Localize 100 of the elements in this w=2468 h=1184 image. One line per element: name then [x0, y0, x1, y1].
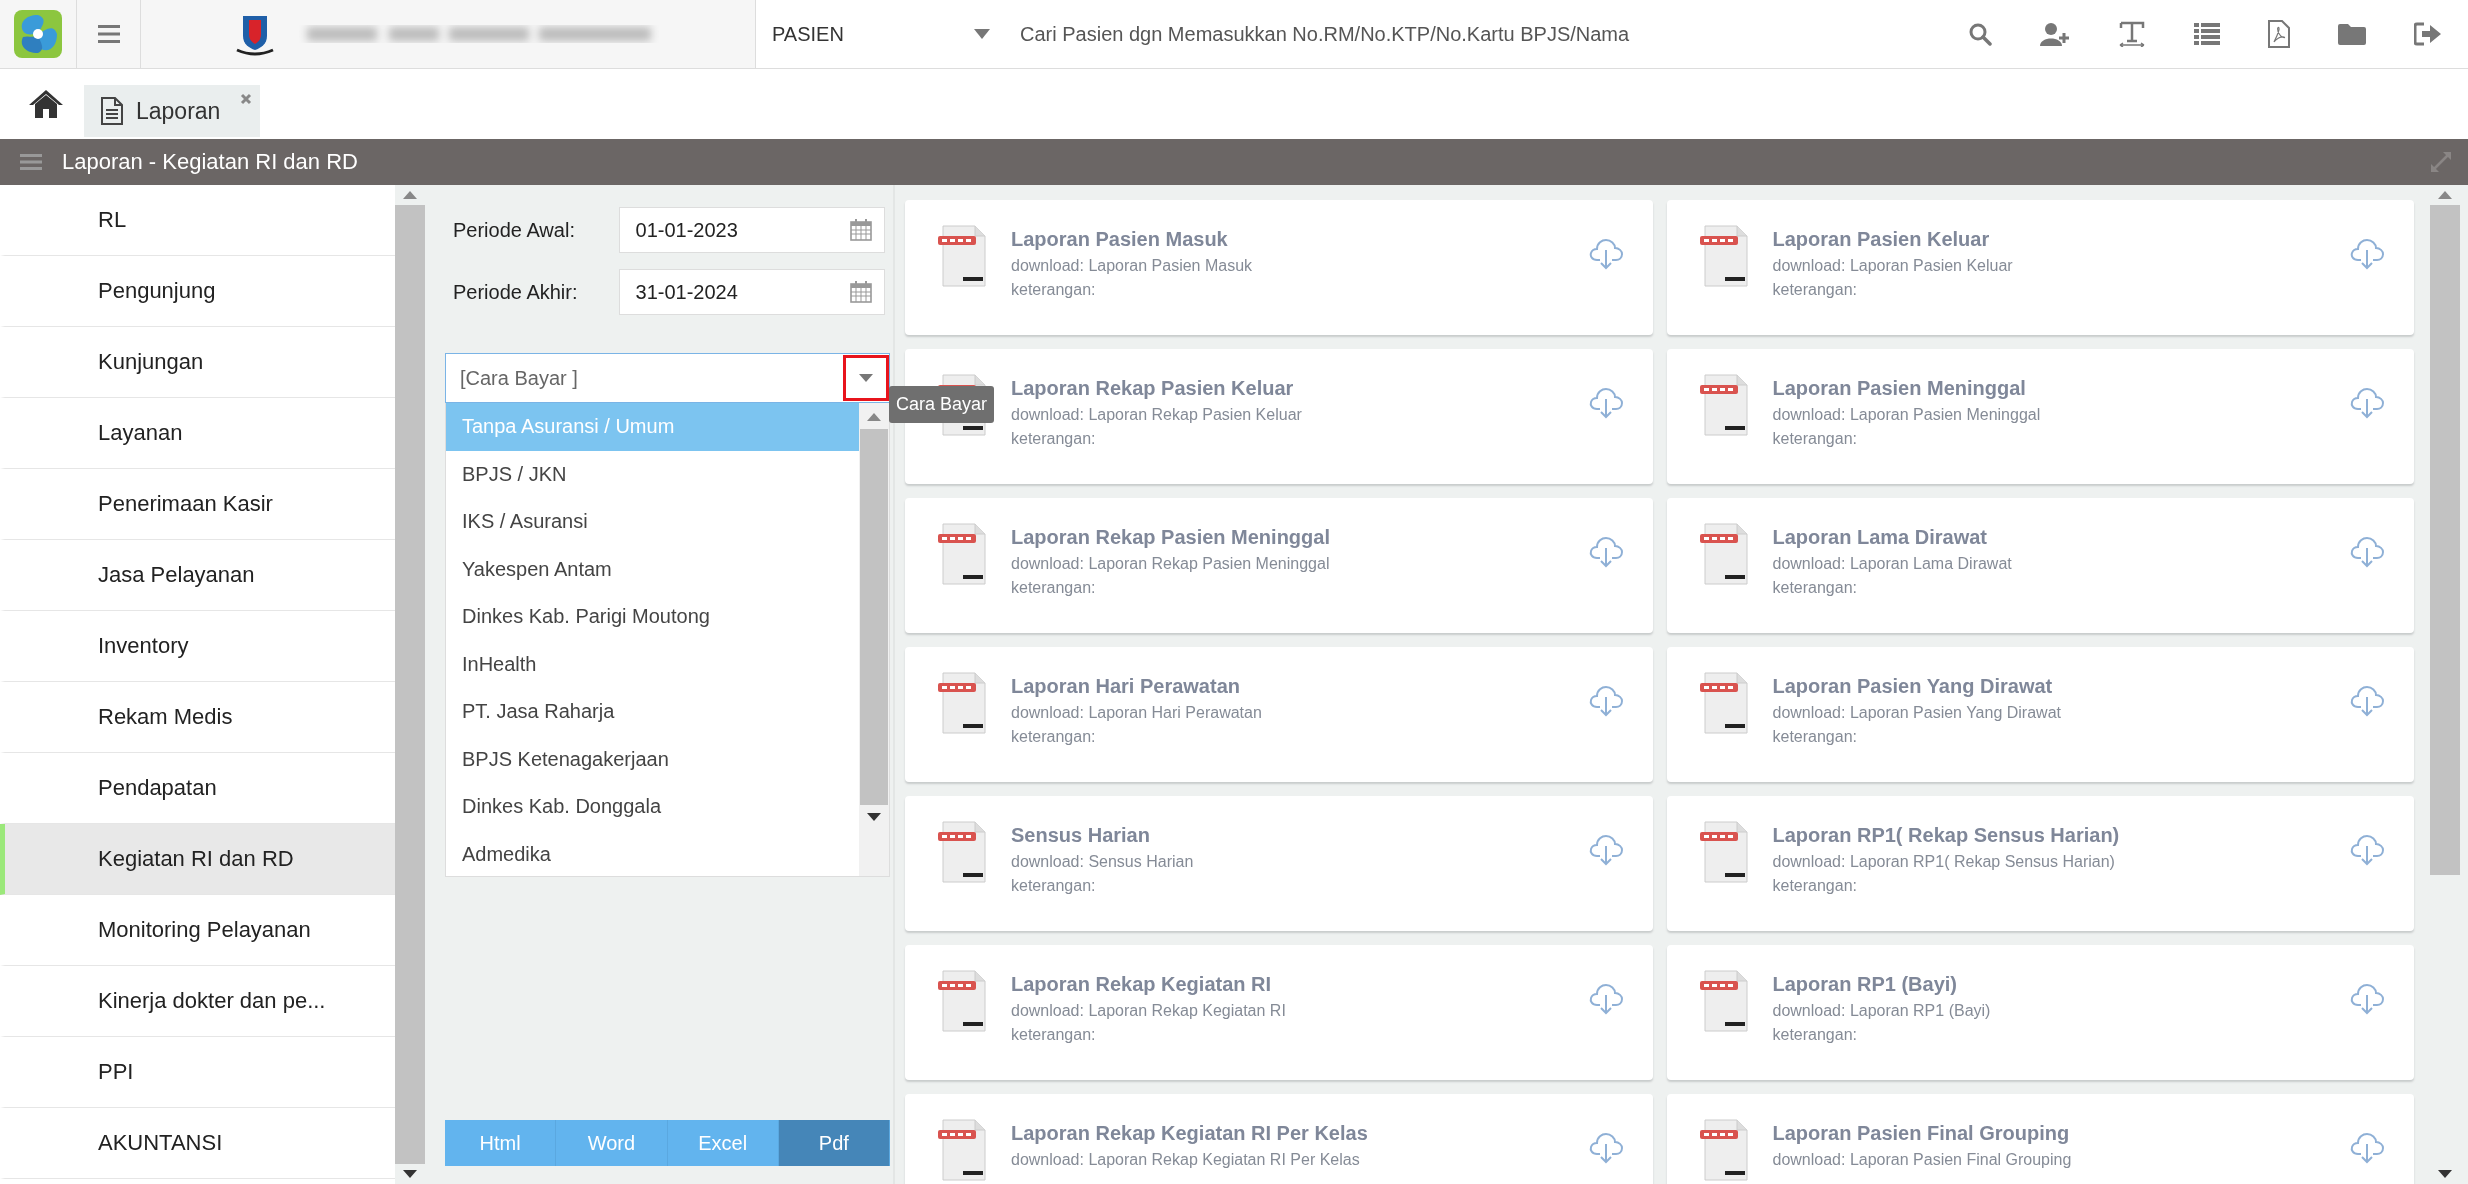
add-user-icon[interactable] — [2040, 22, 2070, 46]
dropdown-option[interactable]: Admedika — [446, 830, 859, 876]
report-note: keterangan: — [1772, 579, 1858, 597]
scrollbar[interactable] — [859, 403, 889, 876]
cloud-download-icon[interactable] — [2350, 387, 2384, 419]
report-title: Laporan Rekap Kegiatan RI Per Kelas — [1011, 1122, 1369, 1145]
menu-button[interactable] — [77, 0, 141, 68]
expand-icon[interactable] — [2430, 151, 2452, 173]
cloud-download-icon[interactable] — [2350, 685, 2384, 717]
search-icon[interactable] — [1968, 22, 1992, 46]
report-file-icon — [937, 969, 987, 1033]
report-title: Laporan Pasien Keluar — [1772, 228, 1991, 251]
pdf-file-icon[interactable] — [2268, 20, 2290, 48]
report-download-text: download: Laporan Hari Perawatan — [1011, 704, 1263, 722]
dropdown-option[interactable]: Dinkes Kab. Donggala — [446, 783, 859, 831]
date-field[interactable]: 31-01-2024 — [618, 269, 885, 315]
report-file-icon — [937, 522, 987, 586]
scroll-down-icon[interactable] — [2438, 1170, 2452, 1178]
tab[interactable]: Laporan — [84, 85, 261, 137]
report-download-text: download: Sensus Harian — [1011, 853, 1195, 871]
scroll-down-icon[interactable] — [867, 813, 881, 821]
cloud-download-icon[interactable] — [1588, 536, 1623, 568]
report-card[interactable]: Laporan Rekap Kegiatan RI Per Kelas download: Laporan Rekap Kegiatan RI Per Kelas — [905, 1094, 1653, 1184]
report-card[interactable]: Laporan Lama Dirawat download: Laporan Lama Dirawat keterangan: — [1666, 498, 2414, 633]
folder-icon[interactable] — [2338, 23, 2366, 45]
sidebar-item[interactable]: Kegiatan RI dan RD — [0, 824, 395, 895]
dropdown-arrow-button[interactable] — [843, 355, 889, 401]
logout-icon[interactable] — [2414, 22, 2442, 46]
list-icon[interactable] — [2194, 23, 2220, 45]
tab-label: Laporan — [136, 97, 221, 125]
cloud-download-icon[interactable] — [2350, 536, 2384, 568]
cloud-download-icon[interactable] — [2350, 1132, 2384, 1164]
report-card[interactable]: Sensus Harian download: Sensus Harian keterangan: — [905, 796, 1653, 931]
report-file-icon — [937, 224, 987, 288]
home-icon[interactable] — [28, 89, 64, 119]
dropdown-option[interactable]: BPJS / JKN — [446, 450, 859, 498]
field-label: Periode Awal: — [452, 218, 576, 242]
report-file-icon — [1698, 671, 1749, 735]
report-title: Laporan Pasien Meninggal — [1772, 377, 2027, 400]
report-card[interactable]: Laporan Rekap Pasien Meninggal download: Laporan Rekap Pasien Meninggal keterangan: — [905, 498, 1653, 633]
report-card[interactable]: Laporan Pasien Keluar download: Laporan Pasien Keluar keterangan: — [1666, 200, 2414, 335]
report-download-text: download: Laporan RP1( Rekap Sensus Harian) — [1772, 853, 2116, 871]
caret-icon — [974, 29, 990, 39]
report-title: Laporan RP1( Rekap Sensus Harian) — [1772, 824, 2121, 847]
report-download-text: download: Laporan RP1 (Bayi) — [1772, 1002, 1992, 1020]
report-title: Laporan Rekap Pasien Keluar — [1011, 377, 1295, 400]
document-icon — [100, 96, 124, 126]
field-label: Periode Akhir: — [452, 280, 579, 304]
cloud-download-icon[interactable] — [1588, 1132, 1623, 1164]
report-card[interactable]: Laporan Rekap Kegiatan RI download: Laporan Rekap Kegiatan RI keterangan: — [905, 945, 1653, 1080]
close-icon[interactable] — [240, 93, 253, 105]
report-title: Laporan Pasien Masuk — [1011, 228, 1229, 251]
report-card[interactable]: Laporan Pasien Masuk download: Laporan Pasien Masuk keterangan: — [905, 200, 1653, 335]
report-note: keterangan: — [1772, 1026, 1858, 1044]
report-file-icon — [937, 671, 987, 735]
report-card[interactable]: Laporan RP1 (Bayi) download: Laporan RP1 (Bayi) keterangan: — [1666, 945, 2414, 1080]
report-download-text: download: Laporan Pasien Final Grouping — [1772, 1151, 2073, 1169]
dropdown-option[interactable]: PT. Jasa Raharja — [446, 688, 859, 736]
cloud-download-icon[interactable] — [2350, 238, 2384, 270]
report-file-icon — [1698, 1118, 1749, 1182]
report-title: Laporan RP1 (Bayi) — [1772, 973, 1958, 996]
date-field[interactable]: 01-01-2023 — [618, 207, 885, 253]
report-note: keterangan: — [1772, 281, 1858, 299]
calendar-icon[interactable] — [850, 281, 872, 303]
report-download-text: download: Laporan Pasien Masuk — [1011, 257, 1254, 275]
cloud-download-icon[interactable] — [2350, 834, 2384, 866]
dropdown-option[interactable]: IKS / Asuransi — [446, 498, 859, 546]
scroll-down-icon[interactable] — [403, 1170, 417, 1178]
report-card[interactable]: Laporan RP1( Rekap Sensus Harian) download: Laporan RP1( Rekap Sensus Harian) keterangan: — [1666, 796, 2414, 931]
report-title: Laporan Hari Perawatan — [1011, 675, 1241, 698]
report-file-icon — [1698, 969, 1749, 1033]
report-file-icon — [937, 1118, 987, 1182]
report-card[interactable]: Laporan Pasien Meninggal download: Laporan Pasien Meninggal keterangan: — [1666, 349, 2414, 484]
export-button[interactable]: Pdf — [778, 1120, 890, 1166]
report-card[interactable]: Laporan Pasien Yang Dirawat download: Laporan Pasien Yang Dirawat keterangan: — [1666, 647, 2414, 782]
cloud-download-icon[interactable] — [1588, 983, 1623, 1015]
cloud-download-icon[interactable] — [1588, 387, 1623, 419]
dropdown-option[interactable]: BPJS Ketenagakerjaan — [446, 735, 859, 783]
report-file-icon — [937, 820, 987, 884]
cloud-download-icon[interactable] — [1588, 685, 1623, 717]
payment-method-select[interactable]: [Cara Bayar ] — [445, 353, 890, 403]
cloud-download-icon[interactable] — [1588, 238, 1623, 270]
report-title: Laporan Rekap Pasien Meninggal — [1011, 526, 1331, 549]
report-download-text: download: Laporan Rekap Kegiatan RI Per Kelas — [1011, 1151, 1361, 1169]
calendar-icon[interactable] — [850, 219, 872, 241]
scroll-up-icon[interactable] — [403, 191, 417, 199]
report-title: Laporan Pasien Final Grouping — [1772, 1122, 2071, 1145]
report-note: keterangan: — [1011, 281, 1097, 299]
caret-icon — [859, 374, 873, 382]
text-size-icon[interactable] — [2118, 21, 2146, 47]
menu-icon[interactable] — [20, 154, 42, 170]
cloud-download-icon[interactable] — [2350, 983, 2384, 1015]
dropdown-option[interactable]: InHealth — [446, 640, 859, 688]
cloud-download-icon[interactable] — [1588, 834, 1623, 866]
dropdown-option[interactable]: Yakespen Antam — [446, 545, 859, 593]
scroll-up-icon[interactable] — [2438, 191, 2452, 199]
report-card[interactable]: Laporan Hari Perawatan download: Laporan Hari Perawatan keterangan: — [905, 647, 1653, 782]
dropdown-option[interactable]: Dinkes Kab. Parigi Moutong — [446, 593, 859, 641]
scroll-up-icon[interactable] — [867, 413, 881, 421]
report-card[interactable]: Laporan Pasien Final Grouping download: Laporan Pasien Final Grouping — [1666, 1094, 2414, 1184]
